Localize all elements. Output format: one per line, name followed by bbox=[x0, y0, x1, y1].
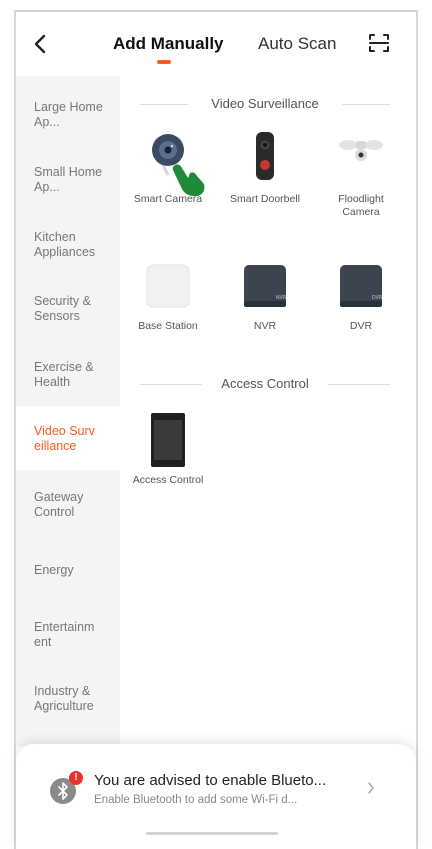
sidebar-item-video-surveillance[interactable]: Video Surv eillance bbox=[16, 406, 120, 470]
sidebar-item-exercise-health[interactable]: Exercise & Health bbox=[16, 342, 120, 406]
device-label: Smart Doorbell bbox=[229, 193, 301, 205]
tab-auto-scan[interactable]: Auto Scan bbox=[258, 34, 336, 54]
sidebar-item-entertainment[interactable]: Entertainm ent bbox=[16, 602, 120, 666]
tab-add-manually[interactable]: Add Manually bbox=[113, 34, 224, 54]
device-label: Base Station bbox=[138, 320, 198, 332]
device-access-control[interactable]: Access Control bbox=[128, 412, 208, 508]
device-label: NVR bbox=[253, 320, 277, 332]
active-tab-indicator bbox=[157, 60, 171, 64]
sidebar-item-gateway-control[interactable]: Gateway Control bbox=[16, 472, 120, 536]
device-grid-panel: Video Surveillance Smart Camera Smart Do… bbox=[120, 76, 416, 746]
sidebar-item-label: Energy bbox=[34, 563, 74, 577]
dvr-badge-text: DVR bbox=[372, 295, 383, 301]
sidebar-item-label: Video Surv eillance bbox=[34, 424, 95, 453]
dvr-icon: DVR bbox=[340, 265, 383, 307]
sidebar-item-energy[interactable]: Energy bbox=[16, 545, 120, 609]
scan-button[interactable] bbox=[367, 31, 391, 55]
sidebar-item-small-home-appliances[interactable]: Small Home Ap... bbox=[16, 147, 120, 211]
device-label: Access Control bbox=[132, 474, 204, 486]
device-floodlight-camera[interactable]: Floodlight Camera bbox=[321, 131, 401, 221]
sidebar-item-label: Kitchen Appliances bbox=[34, 230, 96, 259]
sidebar-item-label: Security & Sensors bbox=[34, 294, 91, 323]
floodlight-camera-icon bbox=[339, 140, 383, 161]
bluetooth-prompt-title: You are advised to enable Blueto... bbox=[94, 772, 327, 789]
category-sidebar: Large Home Ap... Small Home Ap... Kitche… bbox=[16, 76, 120, 746]
device-label: DVR bbox=[349, 320, 373, 332]
home-indicator bbox=[146, 832, 278, 835]
chevron-right-icon bbox=[368, 782, 374, 794]
device-smart-camera[interactable]: Smart Camera bbox=[128, 131, 208, 221]
access-control-icon bbox=[151, 413, 185, 467]
device-nvr[interactable]: NVR NVR bbox=[225, 262, 305, 332]
device-label: Floodlight Camera bbox=[338, 193, 384, 218]
sidebar-item-label: Industry & Agriculture bbox=[34, 684, 94, 713]
section-header-access-control: Access Control bbox=[140, 374, 390, 394]
nvr-badge-text: NVR bbox=[276, 295, 287, 301]
device-smart-doorbell[interactable]: Smart Doorbell bbox=[225, 131, 305, 221]
frame-right-border bbox=[416, 10, 418, 849]
sidebar-item-industry-agriculture[interactable]: Industry & Agriculture bbox=[16, 666, 120, 730]
sidebar-item-label: Exercise & Health bbox=[34, 360, 94, 389]
section-header-video-surveillance: Video Surveillance bbox=[140, 94, 390, 114]
sidebar-item-label: Entertainm ent bbox=[34, 620, 95, 649]
header: Add Manually Auto Scan bbox=[16, 12, 416, 76]
alert-badge: ! bbox=[69, 771, 83, 785]
device-base-station[interactable]: Base Station bbox=[128, 262, 208, 332]
base-station-icon bbox=[146, 264, 190, 308]
sidebar-item-label: Small Home Ap... bbox=[34, 165, 103, 194]
divider bbox=[328, 384, 390, 385]
divider bbox=[342, 104, 390, 105]
hand-pointer-icon bbox=[172, 164, 205, 197]
chevron-left-icon bbox=[34, 34, 46, 54]
sidebar-item-security-sensors[interactable]: Security & Sensors bbox=[16, 276, 120, 340]
sidebar-item-label: Large Home Ap... bbox=[34, 100, 103, 129]
device-label: Smart Camera bbox=[133, 193, 203, 205]
device-dvr[interactable]: DVR DVR bbox=[321, 262, 401, 332]
bluetooth-prompt-sheet[interactable]: ! You are advised to enable Blueto... En… bbox=[16, 744, 416, 849]
smart-doorbell-icon bbox=[256, 132, 274, 180]
nvr-icon: NVR bbox=[244, 265, 287, 307]
sidebar-item-large-home-appliances[interactable]: Large Home Ap... bbox=[16, 82, 120, 146]
back-button[interactable] bbox=[30, 32, 52, 56]
scan-icon bbox=[369, 34, 389, 52]
bluetooth-prompt-subtitle: Enable Bluetooth to add some Wi-Fi d... bbox=[94, 794, 298, 806]
sidebar-item-kitchen-appliances[interactable]: Kitchen Appliances bbox=[16, 212, 120, 276]
sidebar-item-label: Gateway Control bbox=[34, 490, 84, 519]
